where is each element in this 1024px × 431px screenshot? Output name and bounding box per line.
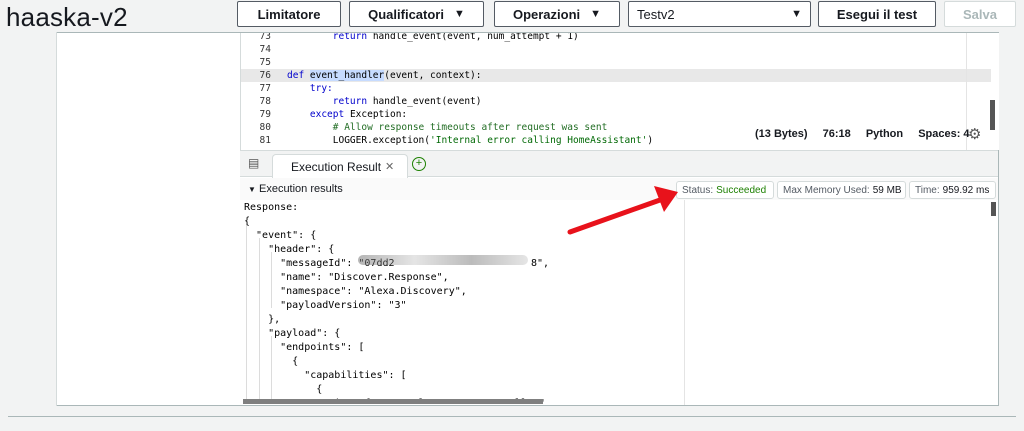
add-tab-icon[interactable]: +	[412, 157, 426, 171]
response-line: Response:	[244, 202, 299, 213]
caret-down-icon: ▼	[453, 8, 465, 20]
response-line: "endpoints": [	[244, 342, 365, 353]
status-value: Succeeded	[716, 184, 767, 196]
code-comment-line: # Allow response timeouts after request …	[287, 122, 608, 133]
code-line: return handle_event(event, num_attempt +…	[287, 33, 579, 42]
editor-status-bar: (13 Bytes) 76:18 Python Spaces: 4	[755, 128, 982, 140]
file-size: (13 Bytes)	[755, 128, 808, 140]
throttle-button-label: Limitatore	[257, 6, 321, 22]
page-divider	[8, 416, 1016, 417]
save-label: Salva	[963, 6, 997, 22]
code-keyword: return	[287, 33, 368, 42]
redacted-blur	[358, 255, 528, 265]
throttle-button[interactable]: Limitatore	[237, 1, 341, 27]
tab-label: Execution Result	[291, 159, 382, 174]
qualifiers-dropdown[interactable]: Qualificatori ▼	[349, 1, 484, 27]
save-button[interactable]: Salva	[944, 1, 1016, 27]
code-line: def event_handler(event, context):	[287, 70, 482, 81]
test-event-value: Testv2	[637, 6, 675, 22]
cursor-position: 76:18	[822, 128, 851, 140]
annotation-arrow	[567, 186, 678, 235]
results-toggle[interactable]: ▼ Execution results	[248, 183, 343, 195]
response-line: "capabilities": [	[244, 370, 407, 381]
time-value: 959.92 ms	[942, 184, 990, 196]
function-title: haaska-v2	[6, 2, 128, 32]
code-line: return handle_event(event)	[332, 96, 482, 107]
response-line: "payloadVersion": "3"	[244, 300, 407, 311]
actions-label: Operazioni	[512, 6, 581, 22]
status-badge: Status: Succeeded	[676, 181, 774, 199]
line-number: 78	[259, 96, 271, 107]
line-number: 80	[259, 122, 271, 133]
response-line: "event": {	[244, 230, 317, 241]
qualifiers-label: Qualificatori	[368, 6, 444, 22]
line-number: 73	[259, 33, 271, 42]
response-line: "header": {	[244, 244, 335, 255]
line-number: 75	[259, 57, 271, 68]
response-line: },	[244, 314, 281, 325]
time-label: Time:	[915, 184, 940, 196]
indent-setting[interactable]: Spaces: 4	[918, 128, 969, 140]
time-badge: Time: 959.92 ms	[909, 181, 996, 199]
actions-dropdown[interactable]: Operazioni ▼	[494, 1, 620, 27]
run-test-button[interactable]: Esegui il test	[818, 1, 936, 27]
response-horizontal-scrollbar[interactable]	[243, 399, 543, 404]
response-line: {	[244, 384, 323, 395]
response-line: "namespace": "Alexa.Discovery",	[244, 286, 467, 297]
code-line: try:	[287, 83, 333, 94]
response-vertical-scrollbar[interactable]	[991, 202, 996, 216]
response-line: {	[244, 356, 299, 367]
panel-left-gutter	[24, 32, 57, 406]
close-icon[interactable]: ✕	[385, 160, 394, 173]
tab-execution-result[interactable]: Execution Result ✕	[272, 154, 408, 178]
test-event-select[interactable]: Testv2 ▼	[628, 1, 811, 27]
memory-label: Max Memory Used:	[783, 184, 870, 196]
line-number: 77	[259, 83, 271, 94]
response-line: "name": "Discover.Response",	[244, 272, 449, 283]
memory-value: 59 MB	[872, 184, 902, 196]
panel-menu-icon[interactable]: ▤	[248, 156, 259, 170]
language-mode[interactable]: Python	[866, 128, 903, 140]
caret-down-icon: ▼	[248, 185, 256, 194]
line-number: 76	[259, 70, 271, 81]
results-title: Execution results	[258, 183, 343, 195]
code-line: except Exception:	[309, 109, 408, 120]
caret-down-icon: ▼	[791, 8, 802, 20]
run-test-label: Esegui il test	[836, 6, 918, 22]
line-number: 74	[259, 44, 271, 55]
code-line: LOGGER.exception('Internal error calling…	[287, 135, 654, 146]
gear-icon[interactable]: ⚙	[968, 125, 981, 143]
line-number: 79	[259, 109, 271, 120]
status-label: Status:	[682, 184, 714, 196]
code-text: handle_event(event, num_attempt + 1)	[372, 33, 579, 42]
caret-down-icon: ▼	[590, 8, 602, 20]
line-number: 81	[259, 135, 271, 146]
editor-scrollbar[interactable]	[990, 100, 995, 130]
arrow-shaft	[567, 197, 663, 235]
response-line: {	[244, 216, 251, 227]
response-line-tail: 8",	[531, 258, 550, 269]
memory-badge: Max Memory Used: 59 MB	[777, 181, 906, 199]
response-line: "payload": {	[244, 328, 341, 339]
